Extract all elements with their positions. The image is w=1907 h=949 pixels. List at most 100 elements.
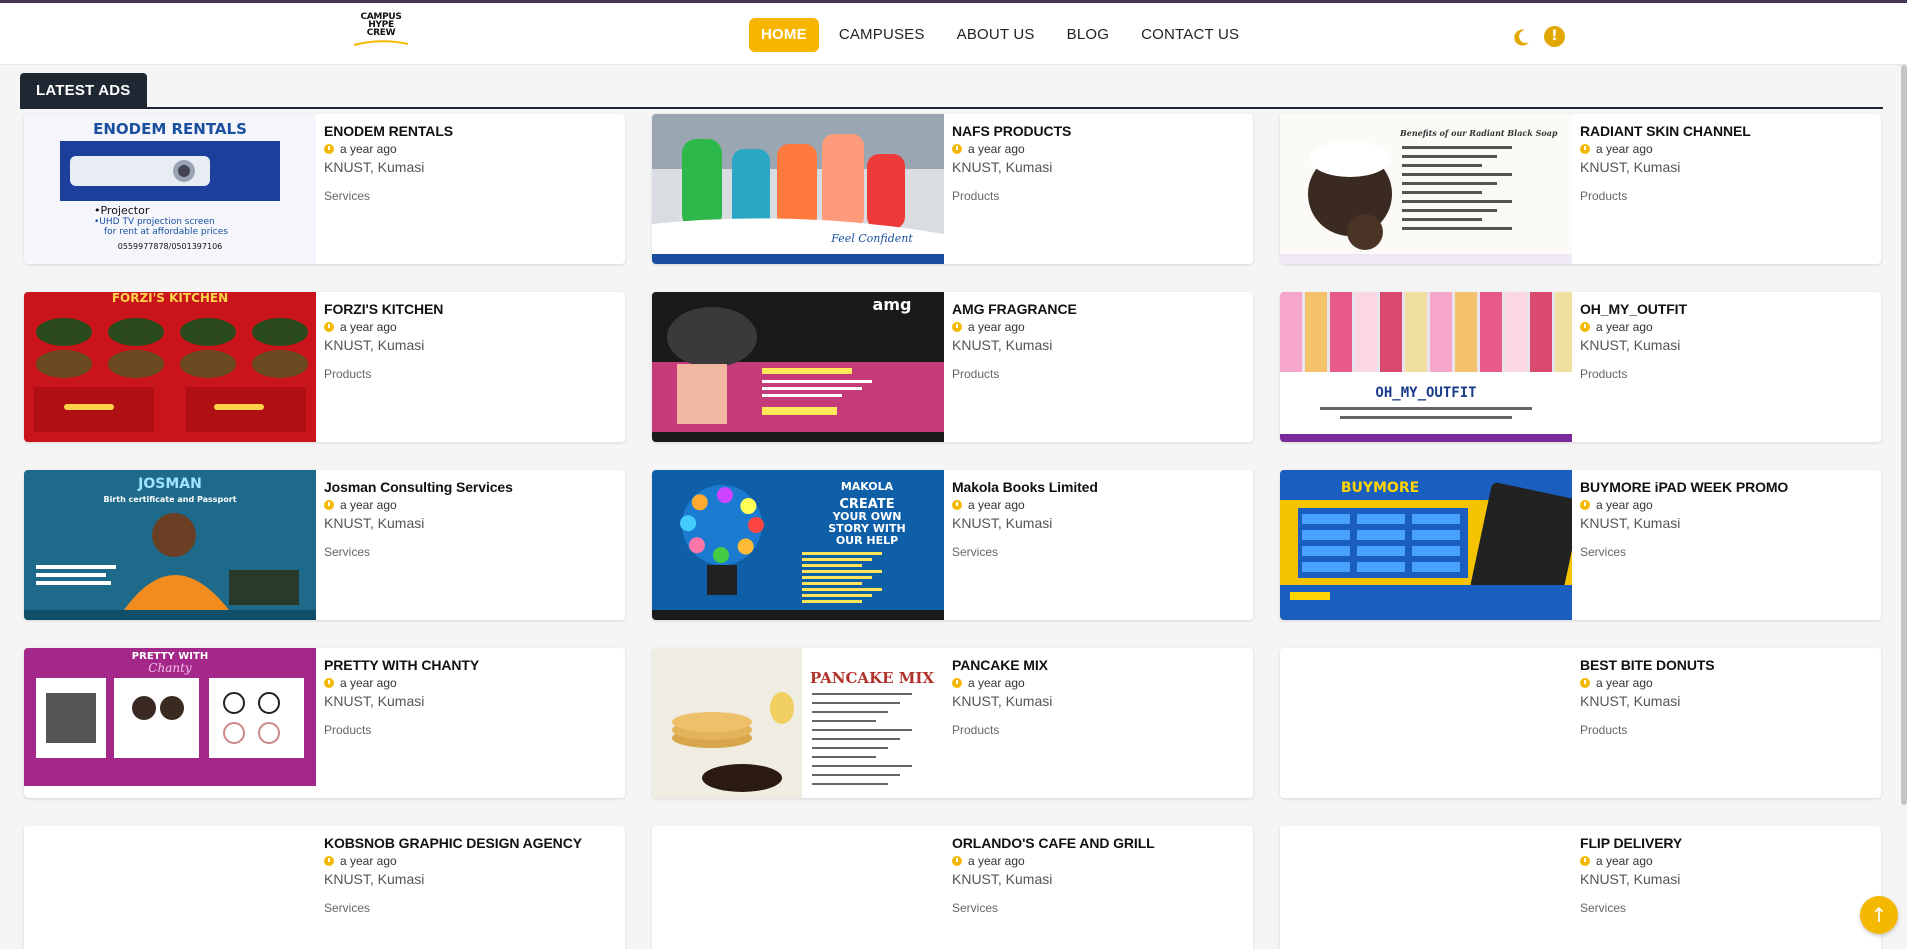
- ad-time-text: a year ago: [968, 142, 1025, 156]
- ad-category: Products: [324, 367, 372, 381]
- svg-text:•UHD TV projection screen: •UHD TV projection screen: [94, 217, 215, 227]
- ad-title[interactable]: ENODEM RENTALS: [324, 123, 453, 139]
- empty-thumbnail: [652, 826, 944, 949]
- ad-title[interactable]: OH_MY_OUTFIT: [1580, 301, 1687, 317]
- ad-thumbnail[interactable]: amg: [652, 292, 944, 442]
- ad-category: Products: [1580, 189, 1628, 203]
- ad-card[interactable]: KOBSNOB GRAPHIC DESIGN AGENCY a year ago…: [24, 826, 625, 949]
- ad-title[interactable]: FORZI'S KITCHEN: [324, 301, 443, 317]
- ad-info: PANCAKE MIX a year ago KNUST, Kumasi Pro…: [944, 648, 1052, 798]
- ad-card[interactable]: Benefits of our Radiant Black Soap RADIA…: [1280, 114, 1881, 264]
- ad-thumbnail[interactable]: Benefits of our Radiant Black Soap: [1280, 114, 1572, 264]
- pancake-thumbnail: PANCAKE MIX: [652, 648, 944, 798]
- ad-title[interactable]: FLIP DELIVERY: [1580, 835, 1682, 851]
- ad-card[interactable]: PRETTY WITH Chanty PRETTY WITH CHANTY a …: [24, 648, 625, 798]
- ad-card[interactable]: MAKOLA CREATE YOUR OWN STORY WITH OUR HE…: [652, 470, 1253, 620]
- clock-icon: [1580, 678, 1590, 688]
- forzi-thumbnail: FORZI'S KITCHEN: [24, 292, 316, 442]
- ad-title[interactable]: NAFS PRODUCTS: [952, 123, 1071, 139]
- svg-text:0559977878/0501397106: 0559977878/0501397106: [118, 242, 223, 251]
- empty-thumbnail: [24, 826, 316, 949]
- ad-title[interactable]: ORLANDO'S CAFE AND GRILL: [952, 835, 1155, 851]
- ad-thumbnail[interactable]: OH_MY_OUTFIT: [1280, 292, 1572, 442]
- ad-time-text: a year ago: [968, 854, 1025, 868]
- ad-thumbnail[interactable]: JOSMAN Birth certificate and Passport: [24, 470, 316, 620]
- ad-card[interactable]: PANCAKE MIX PANCAKE MIX a year ago KNUST…: [652, 648, 1253, 798]
- ad-thumbnail[interactable]: [1280, 826, 1572, 949]
- clock-icon: [324, 500, 334, 510]
- ad-thumbnail[interactable]: PANCAKE MIX: [652, 648, 944, 798]
- ad-card[interactable]: ENODEM RENTALS •Projector •UHD TV projec…: [24, 114, 625, 264]
- ad-info: BUYMORE iPAD WEEK PROMO a year ago KNUST…: [1572, 470, 1788, 620]
- nav-blog[interactable]: BLOG: [1055, 18, 1121, 52]
- nav-campuses[interactable]: CAMPUSES: [827, 18, 937, 52]
- ad-thumbnail[interactable]: ENODEM RENTALS •Projector •UHD TV projec…: [24, 114, 316, 264]
- ad-title[interactable]: RADIANT SKIN CHANNEL: [1580, 123, 1751, 139]
- ad-time-text: a year ago: [1596, 498, 1653, 512]
- ad-info: FLIP DELIVERY a year ago KNUST, Kumasi S…: [1572, 826, 1682, 949]
- ad-time-text: a year ago: [340, 498, 397, 512]
- ad-info: FORZI'S KITCHEN a year ago KNUST, Kumasi…: [316, 292, 443, 442]
- scroll-to-top-button[interactable]: ↑: [1860, 896, 1898, 934]
- ad-card[interactable]: JOSMAN Birth certificate and Passport Jo…: [24, 470, 625, 620]
- ad-card[interactable]: Feel Confident NAFS PRODUCTS a year ago …: [652, 114, 1253, 264]
- nav-contact-us[interactable]: CONTACT US: [1129, 18, 1251, 52]
- ad-card[interactable]: BEST BITE DONUTS a year ago KNUST, Kumas…: [1280, 648, 1881, 798]
- empty-thumbnail: [1280, 826, 1572, 949]
- ad-card[interactable]: amg AMG FRAGRANCE a year ago KNUST, Kuma…: [652, 292, 1253, 442]
- ad-time: a year ago: [324, 854, 582, 868]
- info-icon[interactable]: !: [1544, 26, 1565, 47]
- ad-info: PRETTY WITH CHANTY a year ago KNUST, Kum…: [316, 648, 479, 798]
- site-logo[interactable]: CAMPUS HYPE CREW: [350, 13, 412, 49]
- ad-card[interactable]: FLIP DELIVERY a year ago KNUST, Kumasi S…: [1280, 826, 1881, 949]
- ad-time: a year ago: [324, 676, 479, 690]
- ad-card[interactable]: ORLANDO'S CAFE AND GRILL a year ago KNUS…: [652, 826, 1253, 949]
- ad-info: Makola Books Limited a year ago KNUST, K…: [944, 470, 1098, 620]
- ad-time-text: a year ago: [1596, 676, 1653, 690]
- ad-thumbnail[interactable]: BUYMORE: [1280, 470, 1572, 620]
- ad-card[interactable]: BUYMORE BUYMORE iPAD WEEK PROMO a year a…: [1280, 470, 1881, 620]
- ad-location: KNUST, Kumasi: [1580, 337, 1681, 353]
- ad-time: a year ago: [952, 854, 1155, 868]
- thumb-heading: ENODEM RENTALS: [93, 120, 247, 138]
- clock-icon: [1580, 500, 1590, 510]
- nav-about-us[interactable]: ABOUT US: [945, 18, 1047, 52]
- ads-grid: ENODEM RENTALS •Projector •UHD TV projec…: [24, 114, 1881, 949]
- scrollbar[interactable]: [1901, 65, 1907, 805]
- ad-category: Services: [324, 901, 371, 915]
- clock-icon: [952, 322, 962, 332]
- ad-category: Products: [952, 723, 1000, 737]
- ad-title[interactable]: AMG FRAGRANCE: [952, 301, 1077, 317]
- ad-thumbnail[interactable]: Feel Confident: [652, 114, 944, 264]
- ad-card[interactable]: OH_MY_OUTFIT OH_MY_OUTFIT a year ago KNU…: [1280, 292, 1881, 442]
- svg-text:MAKOLA: MAKOLA: [841, 480, 894, 493]
- ad-thumbnail[interactable]: FORZI'S KITCHEN: [24, 292, 316, 442]
- ad-title[interactable]: BEST BITE DONUTS: [1580, 657, 1715, 673]
- ad-thumbnail[interactable]: [1280, 648, 1572, 798]
- ad-thumbnail[interactable]: PRETTY WITH Chanty: [24, 648, 316, 798]
- ad-time-text: a year ago: [340, 676, 397, 690]
- ad-card[interactable]: FORZI'S KITCHEN FORZI'S KITCHEN a year a…: [24, 292, 625, 442]
- nav-home[interactable]: HOME: [749, 18, 819, 52]
- ad-category: Services: [324, 189, 371, 203]
- svg-text:JOSMAN: JOSMAN: [137, 476, 202, 492]
- ad-title[interactable]: Josman Consulting Services: [324, 479, 513, 495]
- ad-location: KNUST, Kumasi: [324, 693, 425, 709]
- ad-title[interactable]: KOBSNOB GRAPHIC DESIGN AGENCY: [324, 835, 582, 851]
- ad-title[interactable]: BUYMORE iPAD WEEK PROMO: [1580, 479, 1788, 495]
- ad-info: ORLANDO'S CAFE AND GRILL a year ago KNUS…: [944, 826, 1155, 949]
- ad-thumbnail[interactable]: [24, 826, 316, 949]
- ad-thumbnail[interactable]: [652, 826, 944, 949]
- ad-location: KNUST, Kumasi: [1580, 515, 1681, 531]
- ad-location: KNUST, Kumasi: [952, 693, 1053, 709]
- ad-time-text: a year ago: [1596, 320, 1653, 334]
- ad-location: KNUST, Kumasi: [1580, 693, 1681, 709]
- ad-title[interactable]: Makola Books Limited: [952, 479, 1098, 495]
- ad-thumbnail[interactable]: MAKOLA CREATE YOUR OWN STORY WITH OUR HE…: [652, 470, 944, 620]
- moon-icon[interactable]: [1512, 27, 1532, 47]
- ad-info: RADIANT SKIN CHANNEL a year ago KNUST, K…: [1572, 114, 1751, 264]
- svg-text:•Projector: •Projector: [94, 204, 150, 217]
- ad-title[interactable]: PANCAKE MIX: [952, 657, 1052, 673]
- ad-location: KNUST, Kumasi: [1580, 159, 1681, 175]
- ad-title[interactable]: PRETTY WITH CHANTY: [324, 657, 479, 673]
